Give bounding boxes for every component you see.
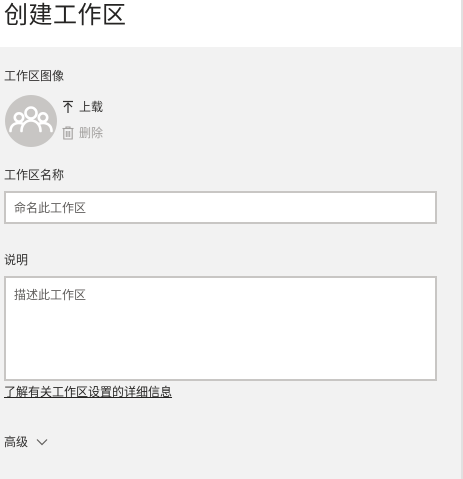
workspace-name-label: 工作区名称 bbox=[4, 168, 65, 182]
learn-more-link[interactable]: 了解有关工作区设置的详细信息 bbox=[4, 384, 172, 400]
workspace-image-label: 工作区图像 bbox=[4, 69, 65, 83]
page-title: 创建工作区 bbox=[4, 1, 127, 29]
workspace-avatar bbox=[5, 95, 57, 147]
advanced-label: 高级 bbox=[4, 435, 29, 449]
upload-button[interactable]: 上载 bbox=[61, 99, 103, 115]
delete-button[interactable]: 删除 bbox=[61, 125, 103, 141]
workspace-name-input[interactable] bbox=[4, 191, 437, 224]
trash-icon bbox=[61, 125, 75, 141]
upload-label: 上载 bbox=[79, 100, 104, 114]
advanced-toggle[interactable]: 高级 bbox=[4, 434, 48, 450]
group-icon bbox=[9, 106, 53, 133]
header-bar: 创建工作区 bbox=[0, 0, 463, 47]
description-textarea[interactable] bbox=[4, 276, 437, 381]
description-label: 说明 bbox=[4, 253, 29, 267]
upload-arrow-icon bbox=[61, 99, 75, 115]
delete-label: 删除 bbox=[79, 126, 104, 140]
chevron-down-icon bbox=[36, 438, 48, 446]
